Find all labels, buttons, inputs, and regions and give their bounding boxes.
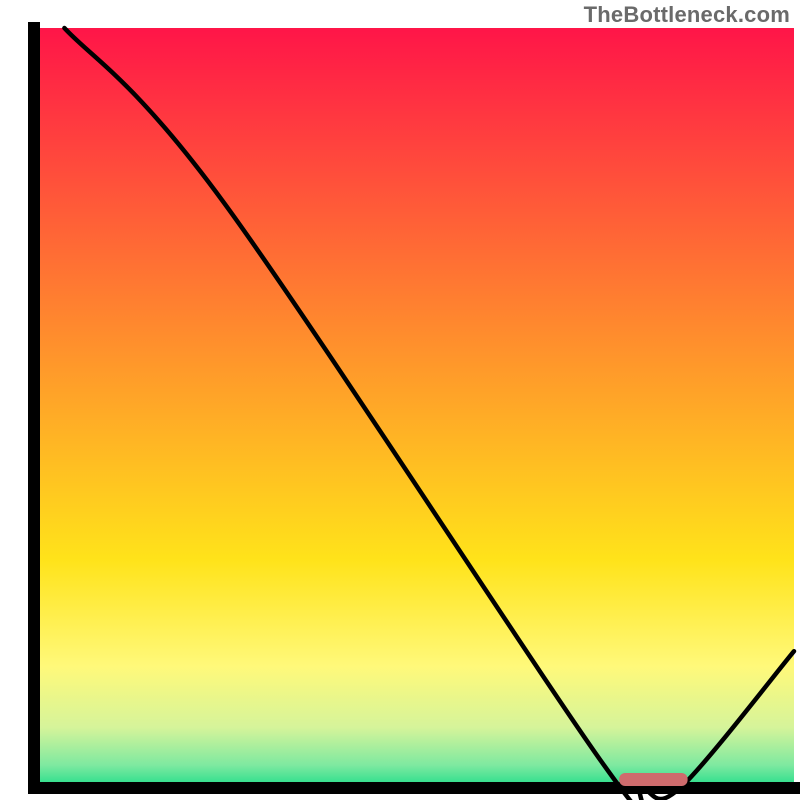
optimum-marker [619, 773, 687, 786]
bottleneck-chart [0, 0, 800, 800]
plot-background [34, 28, 794, 788]
chart-container: TheBottleneck.com [0, 0, 800, 800]
